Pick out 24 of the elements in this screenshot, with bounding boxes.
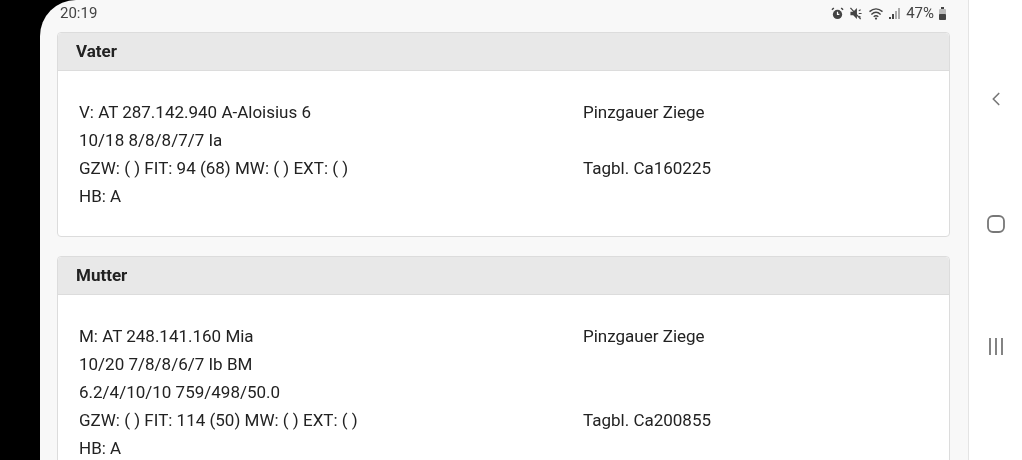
detail-text: 6.2/4/10/10 759/498/50.0: [79, 381, 281, 404]
detail-text: M: AT 248.141.160 Mia: [79, 325, 254, 348]
mute-icon: [849, 6, 864, 20]
detail-text: HB: A: [79, 185, 122, 208]
detail-text: HB: A: [79, 437, 122, 460]
detail-text: Pinzgauer Ziege: [583, 101, 705, 124]
home-icon[interactable]: [986, 215, 1005, 233]
battery-icon: [939, 6, 946, 20]
recent-apps-icon[interactable]: [987, 338, 1004, 355]
detail-text: 10/18 8/8/8/7/7 Ia: [79, 129, 223, 152]
detail-text: 10/20 7/8/8/6/7 Ib BM: [79, 353, 253, 376]
card-title: Vater: [76, 39, 117, 63]
detail-text: V: AT 287.142.940 A-Aloisius 6: [79, 101, 312, 124]
card-title: Mutter: [76, 263, 128, 287]
status-time: 20:19: [60, 2, 98, 24]
alarm-icon: [831, 6, 845, 20]
detail-text: Tagbl. Ca200855: [583, 409, 711, 432]
battery-percent: 47%: [906, 2, 934, 24]
detail-text: GZW: ( ) FIT: 114 (50) MW: ( ) EXT: ( ): [79, 409, 358, 432]
wifi-icon: [868, 6, 885, 20]
detail-text: Pinzgauer Ziege: [583, 325, 705, 348]
detail-text: Tagbl. Ca160225: [583, 157, 711, 180]
signal-icon: [889, 7, 902, 19]
detail-text: GZW: ( ) FIT: 94 (68) MW: ( ) EXT: ( ): [79, 157, 349, 180]
